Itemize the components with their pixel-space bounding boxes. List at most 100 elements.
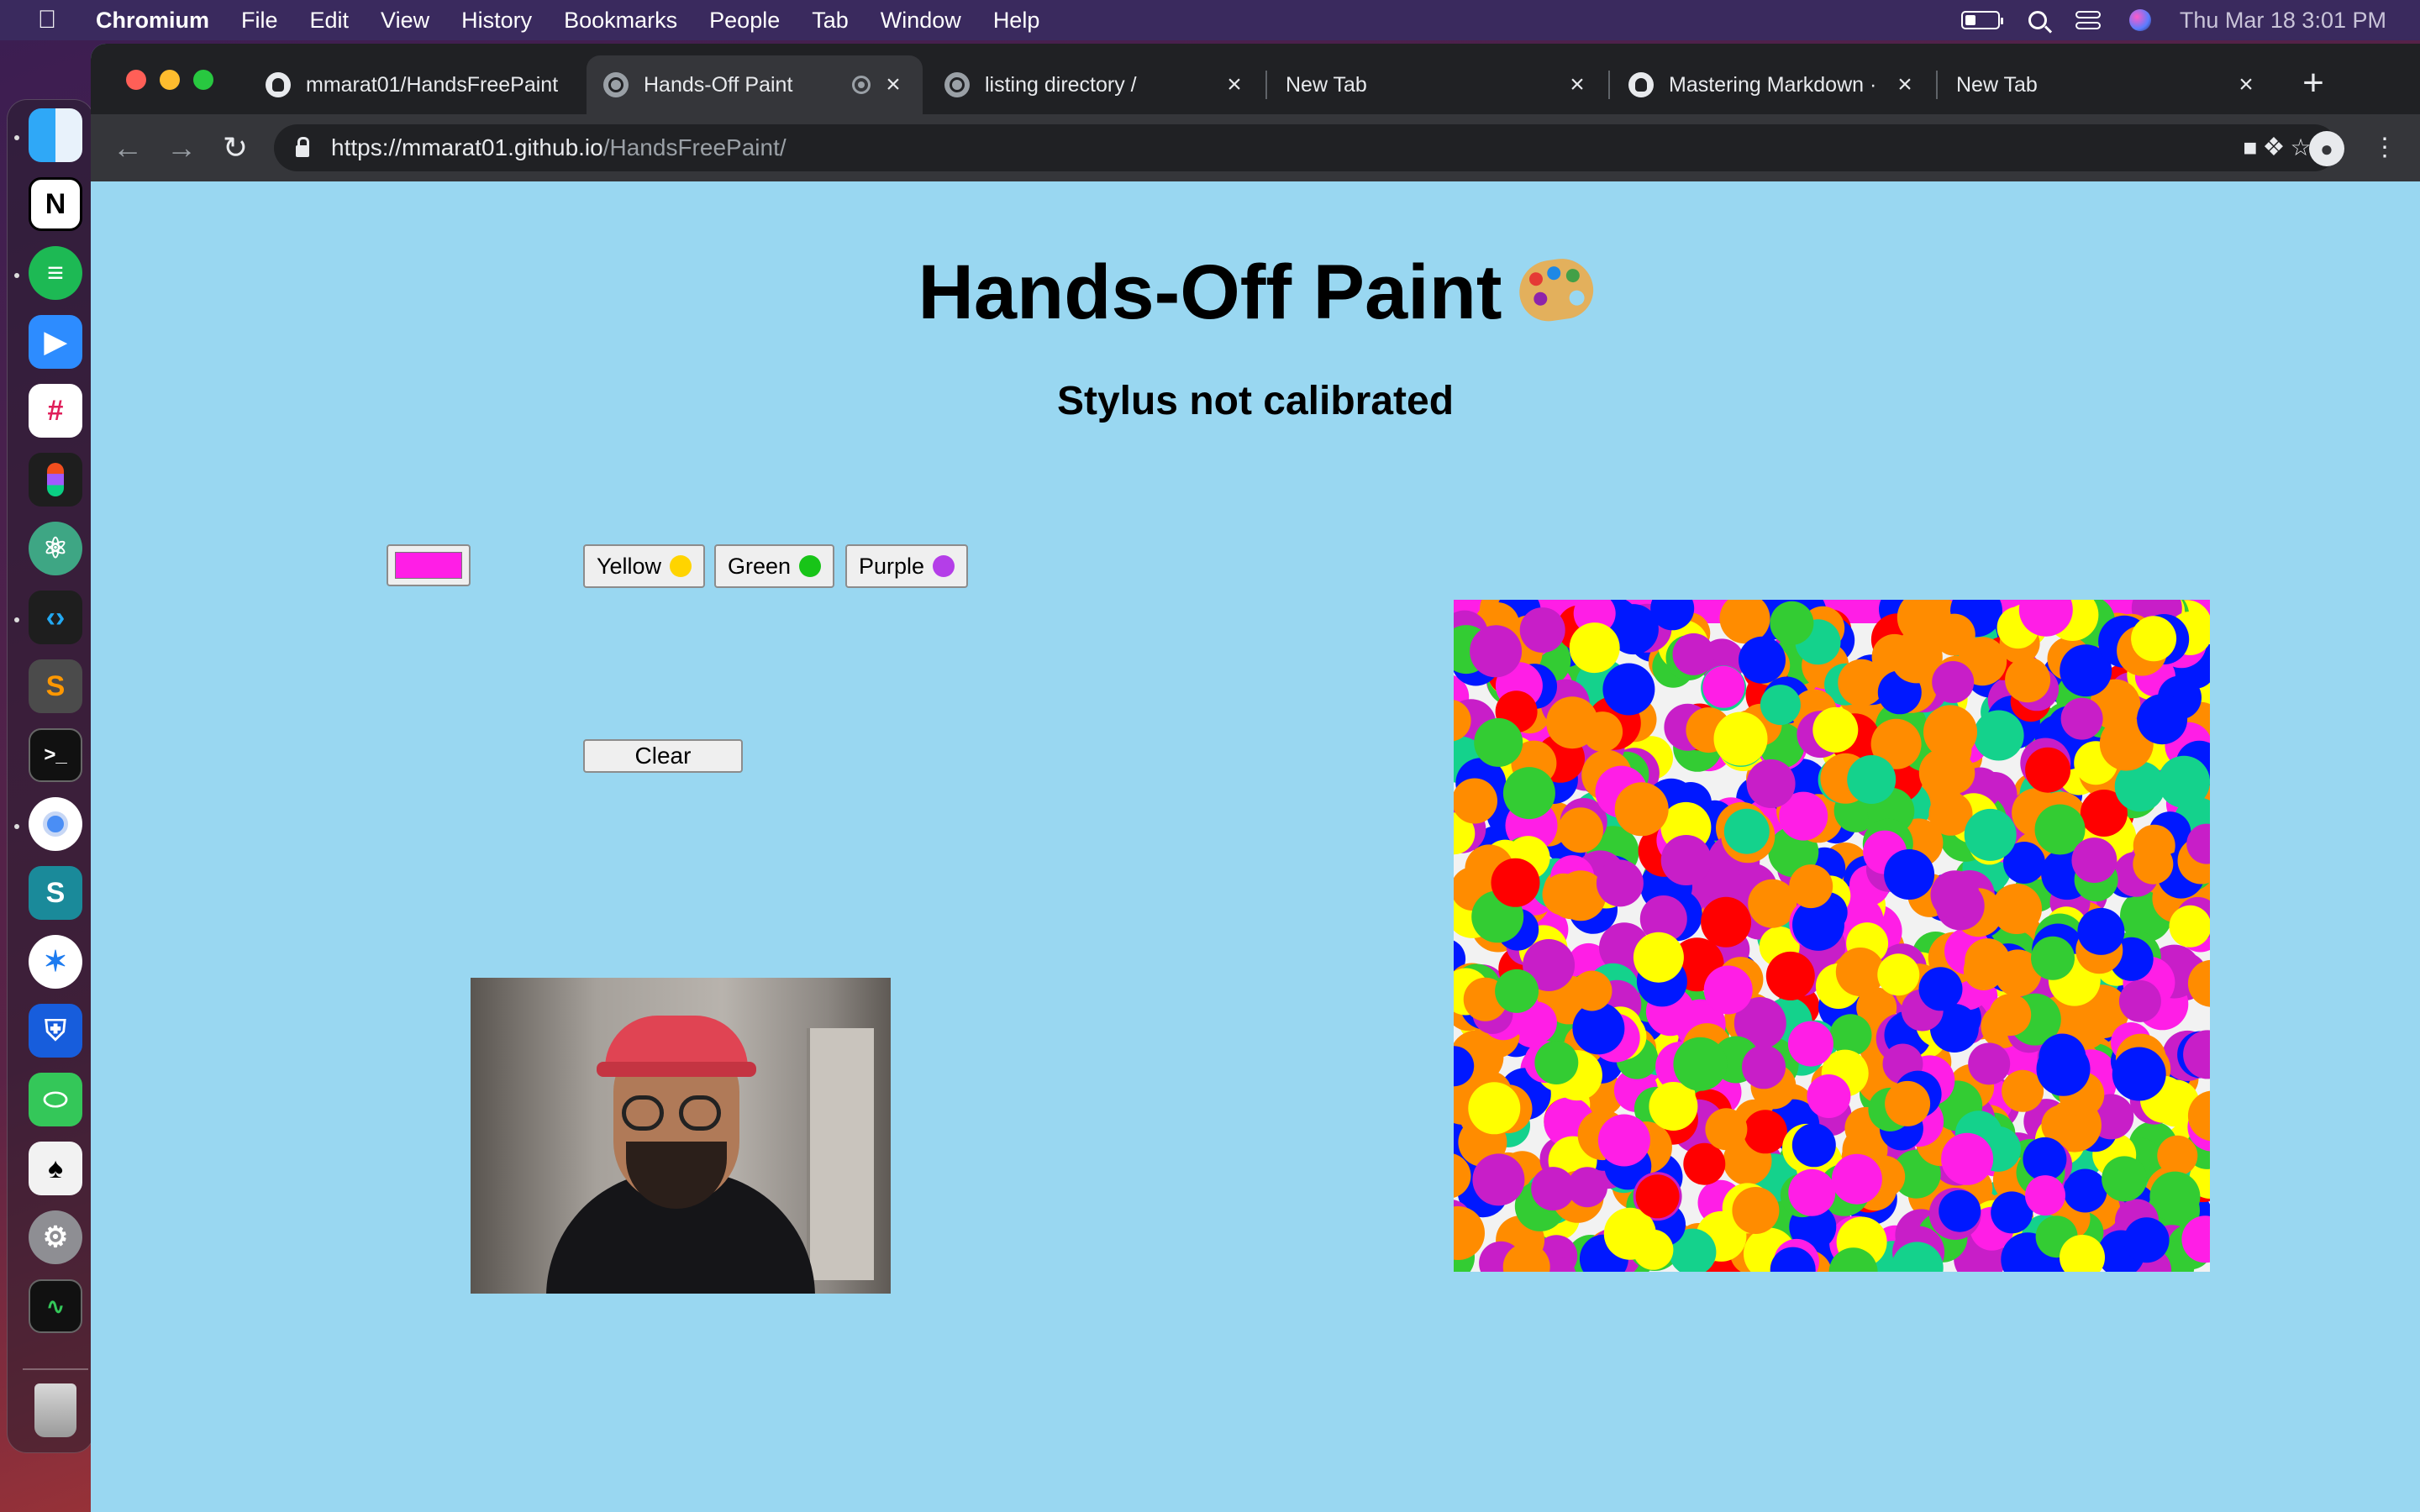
zoom-window-button[interactable] xyxy=(193,70,213,90)
paint-dot xyxy=(2169,905,2210,948)
tab-listing-directory[interactable]: listing directory / × xyxy=(928,55,1264,114)
forward-arrow-icon[interactable]: → xyxy=(161,128,202,168)
system-preferences-icon[interactable]: ⚙ xyxy=(29,1210,82,1264)
close-tab-icon[interactable]: × xyxy=(1222,71,1247,99)
browser-menu-icon[interactable]: ⋮ xyxy=(2365,128,2405,168)
menu-help[interactable]: Help xyxy=(993,8,1040,34)
close-tab-icon[interactable]: × xyxy=(2233,71,2259,99)
close-tab-icon[interactable]: × xyxy=(1565,71,1590,99)
url-path: /HandsFreePaint/ xyxy=(602,134,786,160)
paint-dot xyxy=(1705,1108,1748,1151)
color-picker-input[interactable] xyxy=(387,544,471,586)
close-window-button[interactable] xyxy=(126,70,146,90)
menu-bookmarks[interactable]: Bookmarks xyxy=(564,8,677,34)
paint-dot xyxy=(1558,807,1603,853)
zoom-icon[interactable]: ▶ xyxy=(29,315,82,369)
paint-dot xyxy=(1930,870,1980,920)
tab-new-tab[interactable]: New Tab × xyxy=(1269,55,1607,114)
url-text[interactable]: https://mmarat01.github.io/HandsFreePain… xyxy=(331,134,786,161)
paint-dot xyxy=(1791,1123,1836,1168)
paint-dot xyxy=(1683,1142,1726,1185)
paint-canvas-drawing xyxy=(1454,600,2210,1272)
spotlight-search-icon[interactable] xyxy=(2028,11,2047,29)
surfshark-icon[interactable]: S xyxy=(29,866,82,920)
tab-mastering-markdown[interactable]: Mastering Markdown · GitHub Guides × xyxy=(1612,55,1934,114)
browser-toolbar: ← → ↻ https://mmarat01.github.io/HandsFr… xyxy=(91,114,2420,181)
paint-dot xyxy=(1835,948,1885,996)
back-arrow-icon[interactable]: ← xyxy=(108,128,148,168)
paint-dot xyxy=(1765,951,1815,1000)
address-bar[interactable]: https://mmarat01.github.io/HandsFreePain… xyxy=(274,124,2338,171)
paint-dot xyxy=(1760,685,1801,726)
paint-canvas[interactable] xyxy=(1454,600,2210,1272)
notion-icon[interactable]: N xyxy=(29,177,82,231)
color-picker-swatch xyxy=(395,552,462,579)
activity-monitor-icon[interactable]: ∿ xyxy=(29,1279,82,1333)
browser-window: mmarat01/HandsFreePaint × Hands-Off Pain… xyxy=(91,44,2420,1512)
tab-title: Hands-Off Paint xyxy=(644,72,793,97)
menu-window[interactable]: Window xyxy=(881,8,961,34)
paint-dot xyxy=(2133,843,2174,885)
safari-icon[interactable]: ✶ xyxy=(29,935,82,989)
chromium-icon[interactable] xyxy=(29,797,82,851)
finder-icon[interactable] xyxy=(29,108,82,162)
tab-hands-off-paint[interactable]: Hands-Off Paint × xyxy=(587,55,923,114)
tab-title: mmarat01/HandsFreePaint xyxy=(306,72,559,97)
reload-icon[interactable]: ↻ xyxy=(215,128,255,168)
paint-dot xyxy=(1847,755,1897,804)
menu-file[interactable]: File xyxy=(241,8,278,34)
menu-view[interactable]: View xyxy=(381,8,429,34)
extensions-puzzle-icon[interactable]: ❖ xyxy=(2254,128,2294,168)
tab-new-tab-2[interactable]: New Tab × xyxy=(1939,55,2275,114)
menu-tab[interactable]: Tab xyxy=(812,8,849,34)
menu-history[interactable]: History xyxy=(461,8,532,34)
paint-dot xyxy=(1542,873,1585,916)
green-color-button[interactable]: Green xyxy=(714,544,835,588)
paint-dot xyxy=(2131,616,2177,662)
paint-dot xyxy=(2036,1042,2091,1096)
profile-avatar-icon[interactable]: ● xyxy=(2309,131,2344,166)
menu-clock[interactable]: Thu Mar 18 3:01 PM xyxy=(2180,8,2386,34)
spotify-icon[interactable]: ≡ xyxy=(29,246,82,300)
trash-icon[interactable] xyxy=(34,1383,76,1437)
apple-menu-icon[interactable]:  xyxy=(35,6,59,34)
paint-dot xyxy=(1472,1153,1525,1206)
messages-icon[interactable]: ⬭ xyxy=(29,1073,82,1126)
page-content: Hands-Off Paint Stylus not calibrated Ye… xyxy=(91,181,2420,1512)
clear-button[interactable]: Clear xyxy=(583,739,743,773)
figma-icon[interactable] xyxy=(29,453,82,507)
paint-dot xyxy=(1739,636,1786,684)
poker-icon[interactable]: ♠ xyxy=(29,1142,82,1195)
new-tab-button[interactable]: + xyxy=(2292,62,2334,104)
vscode-icon[interactable]: ‹› xyxy=(29,591,82,644)
paint-dot xyxy=(2158,755,2210,808)
battery-icon[interactable] xyxy=(1960,11,2003,29)
lock-icon[interactable] xyxy=(296,137,309,157)
sublime-text-icon[interactable]: S xyxy=(29,659,82,713)
purple-button-label: Purple xyxy=(859,553,925,579)
atom-icon[interactable]: ⚛ xyxy=(29,522,82,575)
paint-dot xyxy=(1885,1080,1931,1126)
paint-dot xyxy=(1788,1168,1836,1216)
bitwarden-icon[interactable]: ⛨ xyxy=(29,1004,82,1058)
terminal-icon[interactable]: >_ xyxy=(29,728,82,782)
control-center-icon[interactable] xyxy=(2075,11,2101,29)
paint-dot xyxy=(1884,849,1935,900)
paint-dot xyxy=(2123,1217,2170,1263)
dock: N ≡ ▶ # ⚛ ‹› S >_ S ✶ ⛨ ⬭ ♠ ⚙ ∿ xyxy=(7,99,94,1453)
slack-icon[interactable]: # xyxy=(29,384,82,438)
minimize-window-button[interactable] xyxy=(160,70,180,90)
yellow-color-button[interactable]: Yellow xyxy=(583,544,706,588)
yellow-circle-icon xyxy=(670,555,692,577)
purple-color-button[interactable]: Purple xyxy=(845,544,969,588)
close-tab-icon[interactable]: × xyxy=(1892,71,1918,99)
siri-icon[interactable] xyxy=(2128,9,2151,31)
recording-indicator-icon xyxy=(852,76,871,94)
menu-people[interactable]: People xyxy=(709,8,780,34)
menu-edit[interactable]: Edit xyxy=(310,8,350,34)
github-icon xyxy=(266,72,291,97)
menu-app-name[interactable]: Chromium xyxy=(96,8,209,34)
yellow-button-label: Yellow xyxy=(597,553,662,579)
paint-dot xyxy=(1633,932,1684,983)
close-tab-icon[interactable]: × xyxy=(881,71,906,99)
